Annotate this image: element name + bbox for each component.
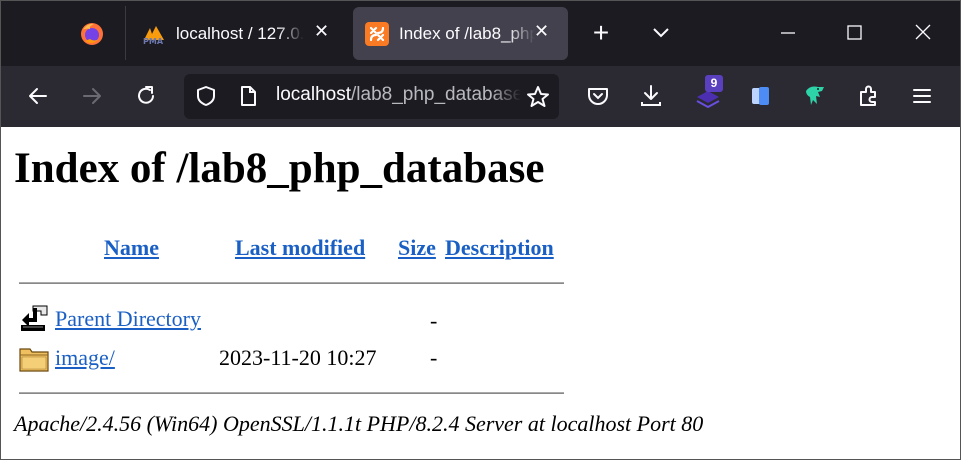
- url-path: /lab8_php_database/: [351, 84, 521, 105]
- extension-badge: 9: [705, 75, 723, 92]
- tab-title: localhost / 127.0.0.1 / lab8_php_databas…: [176, 23, 304, 43]
- extensions-puzzle-icon[interactable]: [856, 83, 882, 109]
- container-tabs-icon[interactable]: [748, 83, 774, 109]
- forward-arrow-icon[interactable]: [79, 83, 105, 109]
- shield-icon[interactable]: [194, 84, 218, 108]
- reload-icon[interactable]: [133, 83, 159, 109]
- size-cell: -: [430, 345, 438, 370]
- sort-by-name-link[interactable]: Name: [104, 235, 159, 261]
- page-content: Index of /lab8_php_database Name Last mo…: [0, 127, 961, 460]
- tab-title: Index of /lab8_php_database: [399, 23, 535, 43]
- sort-by-last-modified-link[interactable]: Last modified: [235, 235, 365, 261]
- server-signature: Apache/2.4.56 (Win64) OpenSSL/1.1.1t PHP…: [14, 411, 704, 436]
- size-cell: -: [430, 308, 438, 333]
- close-tab-icon[interactable]: ✕: [314, 21, 329, 42]
- downloads-icon[interactable]: [638, 83, 664, 109]
- page-icon[interactable]: [236, 84, 260, 108]
- dinosaur-extension-icon[interactable]: [802, 83, 828, 109]
- tab-index-of[interactable]: Index of /lab8_php_database ✕: [353, 7, 568, 60]
- last-modified-cell: 2023-11-20 10:27: [219, 345, 377, 370]
- bookmark-star-icon[interactable]: [525, 84, 551, 110]
- page-title: Index of /lab8_php_database: [14, 145, 545, 192]
- url-text[interactable]: localhost/lab8_php_database/: [276, 84, 521, 106]
- parent-directory-link[interactable]: Parent Directory: [55, 306, 201, 332]
- svg-text:PMA: PMA: [143, 37, 164, 46]
- back-folder-icon: [21, 305, 48, 331]
- folder-icon: [19, 348, 49, 372]
- sort-by-size-link[interactable]: Size: [398, 235, 436, 261]
- hamburger-menu-icon[interactable]: [909, 83, 935, 109]
- tab-separator: [125, 6, 126, 60]
- image-folder-link[interactable]: image/: [55, 345, 115, 371]
- pocket-icon[interactable]: [585, 83, 611, 109]
- close-window-icon[interactable]: [910, 20, 936, 46]
- divider: [19, 282, 564, 284]
- close-tab-icon[interactable]: ✕: [534, 21, 549, 42]
- chevron-down-icon[interactable]: [648, 20, 674, 46]
- divider: [19, 392, 564, 394]
- address-bar[interactable]: localhost/lab8_php_database/: [184, 74, 559, 119]
- phpmyadmin-icon: PMA: [143, 25, 164, 46]
- minimize-icon[interactable]: [775, 20, 801, 46]
- new-tab-button[interactable]: +: [587, 18, 615, 48]
- url-host: localhost: [276, 84, 351, 105]
- tab-phpmyadmin[interactable]: PMA localhost / 127.0.0.1 / lab8_php_dat…: [142, 7, 340, 60]
- sort-by-description-link[interactable]: Description: [445, 235, 554, 261]
- tab-strip: PMA localhost / 127.0.0.1 / lab8_php_dat…: [0, 0, 961, 66]
- back-arrow-icon[interactable]: [25, 83, 51, 109]
- maximize-icon[interactable]: [841, 20, 867, 46]
- firefox-view-icon[interactable]: [79, 21, 105, 47]
- xampp-icon: [365, 21, 389, 46]
- navigation-toolbar: localhost/lab8_php_database/ 9: [0, 66, 961, 127]
